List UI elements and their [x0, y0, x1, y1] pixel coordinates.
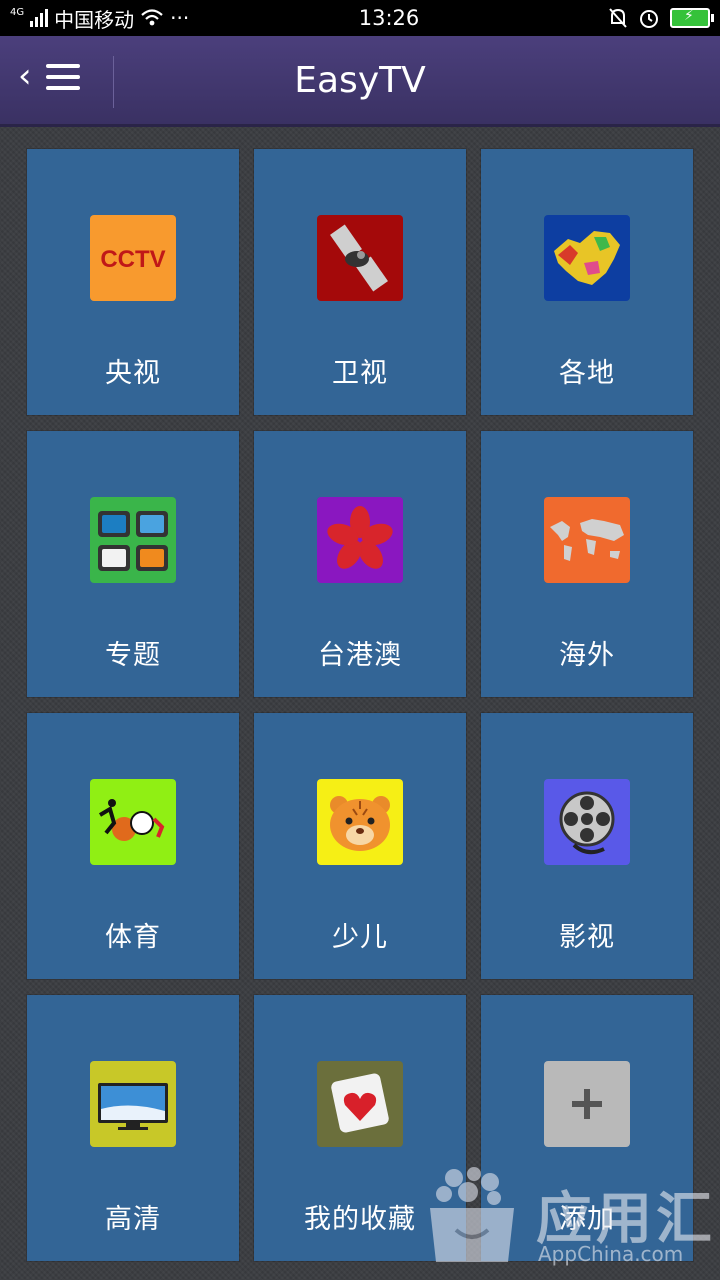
china-map-icon	[544, 215, 630, 301]
tile-label: 海外	[559, 640, 615, 671]
tile-label: 央视	[105, 358, 161, 389]
tile-hk-tw-mo[interactable]: 台港澳	[254, 431, 466, 697]
tile-label: 影视	[559, 922, 615, 953]
tile-label: 高清	[105, 1204, 161, 1235]
tile-label: 体育	[105, 922, 161, 953]
app-header: ‹ EasyTV	[0, 36, 720, 127]
alarm-icon	[640, 10, 658, 28]
watermark-subtext: AppChina.com	[538, 1242, 684, 1266]
tile-sports[interactable]: 体育	[27, 713, 239, 979]
network-type: 4G	[10, 6, 25, 18]
wifi-icon	[141, 9, 163, 26]
tile-movies[interactable]: 影视	[481, 713, 693, 979]
social-tv-icon	[90, 497, 176, 583]
tile-label: 台港澳	[318, 640, 402, 671]
tile-label: 少儿	[332, 922, 388, 953]
tile-label: 各地	[559, 358, 615, 389]
signal-icon	[30, 9, 49, 27]
film-reel-icon	[544, 779, 630, 865]
mute-bell-icon	[609, 8, 627, 28]
tile-label: 卫视	[332, 358, 388, 389]
tile-cctv[interactable]: CCTV 央视	[27, 149, 239, 415]
tile-kids[interactable]: 少儿	[254, 713, 466, 979]
tile-satellite[interactable]: 卫视	[254, 149, 466, 415]
page-title: EasyTV	[294, 60, 426, 101]
tiger-icon	[317, 779, 403, 865]
svg-text:CCTV: CCTV	[100, 246, 165, 273]
appchina-watermark: 应用汇 AppChina.com	[420, 1150, 720, 1272]
cctv-icon: CCTV	[90, 215, 176, 301]
battery-icon: ⚡	[670, 8, 714, 28]
tile-hd[interactable]: 高清	[27, 995, 239, 1261]
hd-tv-icon	[90, 1061, 176, 1147]
plus-icon	[544, 1061, 630, 1147]
satellite-icon	[317, 215, 403, 301]
sports-icon	[90, 779, 176, 865]
appchina-logo-icon	[430, 1167, 514, 1262]
status-bar: 4G 中国移动 ··· 13:26 ⚡	[0, 0, 720, 36]
tile-label: 专题	[105, 640, 161, 671]
bauhinia-icon	[317, 497, 403, 583]
tile-overseas[interactable]: 海外	[481, 431, 693, 697]
more-dots: ···	[170, 6, 190, 30]
tile-regions[interactable]: 各地	[481, 149, 693, 415]
tile-topics[interactable]: 专题	[27, 431, 239, 697]
favorite-heart-icon	[317, 1061, 403, 1147]
carrier-name: 中国移动	[54, 7, 135, 32]
clock: 13:26	[358, 6, 420, 30]
world-map-icon	[544, 497, 630, 583]
